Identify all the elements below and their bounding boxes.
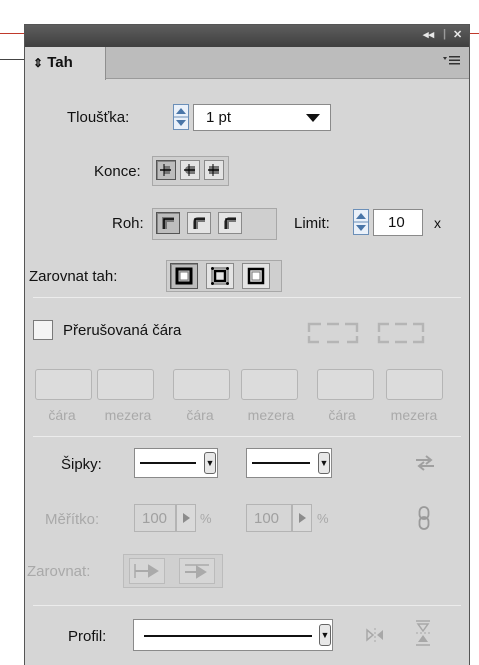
align-outside-button[interactable] bbox=[242, 263, 270, 289]
tab-expand-icon: ⇕ bbox=[33, 56, 44, 70]
weight-label: Tloušťka: bbox=[67, 109, 130, 126]
start-scale-input[interactable]: 100 bbox=[134, 504, 176, 532]
line-style-preview bbox=[252, 462, 310, 464]
collapse-panel-icon[interactable]: ◂◂ bbox=[423, 28, 434, 41]
dash-label-3: čára bbox=[328, 407, 356, 423]
miter-limit-label: Limit: bbox=[294, 215, 330, 232]
flip-across-icon[interactable] bbox=[415, 619, 431, 647]
round-join-button[interactable] bbox=[187, 212, 211, 234]
line-style-preview bbox=[140, 462, 196, 464]
arrowheads-label: Šipky: bbox=[61, 456, 102, 473]
section-divider bbox=[33, 436, 461, 437]
miter-limit-input[interactable]: 10 bbox=[373, 209, 423, 236]
dash-field-1[interactable] bbox=[35, 369, 92, 400]
end-scale-value: 100 bbox=[254, 510, 280, 527]
miter-limit-unit: x bbox=[434, 215, 441, 231]
flip-along-icon[interactable] bbox=[365, 626, 385, 644]
document-guide-line-left bbox=[0, 33, 24, 34]
profile-preview bbox=[144, 635, 312, 637]
scale-label: Měřítko: bbox=[45, 511, 100, 528]
width-profile-dropdown[interactable]: ▼ bbox=[133, 619, 333, 651]
round-cap-button[interactable] bbox=[180, 160, 200, 180]
align-center-button[interactable] bbox=[170, 263, 198, 289]
align-inside-button[interactable] bbox=[206, 263, 234, 289]
panel-titlebar[interactable]: ◂◂ | ✕ bbox=[25, 25, 469, 47]
chevron-down-icon: ▼ bbox=[318, 452, 330, 474]
end-arrowhead-dropdown[interactable]: ▼ bbox=[246, 448, 332, 478]
gap-field-3[interactable] bbox=[386, 369, 443, 400]
gap-label-2: mezera bbox=[247, 407, 295, 423]
chevron-down-icon: ▼ bbox=[204, 452, 216, 474]
dash-label-2: čára bbox=[186, 407, 214, 423]
close-panel-icon[interactable]: ✕ bbox=[453, 28, 462, 41]
section-divider bbox=[33, 297, 461, 298]
start-scale-dropdown-button[interactable] bbox=[176, 504, 196, 532]
panel-tab-row: ⇕ Tah bbox=[25, 47, 469, 80]
align-stroke-label: Zarovnat tah: bbox=[29, 268, 118, 285]
place-arrow-tip-at-end-button[interactable] bbox=[179, 558, 215, 584]
profile-label: Profil: bbox=[68, 628, 107, 645]
link-scale-icon[interactable] bbox=[418, 506, 430, 530]
extend-arrow-tip-button[interactable] bbox=[129, 558, 165, 584]
miter-limit-value: 10 bbox=[388, 214, 405, 231]
section-divider bbox=[33, 605, 461, 606]
gap-field-1[interactable] bbox=[97, 369, 154, 400]
cap-label: Konce: bbox=[94, 163, 141, 180]
align-dash-to-corners-icon bbox=[377, 320, 425, 346]
dashed-line-label: Přerušovaná čára bbox=[63, 322, 182, 339]
chevron-down-icon bbox=[306, 114, 320, 122]
chevron-down-icon: ▼ bbox=[319, 624, 331, 646]
dash-label-1: čára bbox=[48, 407, 76, 423]
end-scale-input[interactable]: 100 bbox=[246, 504, 292, 532]
dash-field-3[interactable] bbox=[317, 369, 374, 400]
end-scale-dropdown-button[interactable] bbox=[292, 504, 312, 532]
panel-menu-icon[interactable] bbox=[443, 55, 461, 67]
gap-field-2[interactable] bbox=[241, 369, 298, 400]
butt-cap-button[interactable] bbox=[156, 160, 176, 180]
weight-value: 1 pt bbox=[206, 109, 232, 126]
preserve-dash-alignment-icon bbox=[307, 320, 359, 346]
dash-field-2[interactable] bbox=[173, 369, 230, 400]
miter-limit-stepper[interactable] bbox=[353, 209, 369, 235]
start-arrowhead-dropdown[interactable]: ▼ bbox=[134, 448, 218, 478]
tab-stroke-label: Tah bbox=[47, 54, 73, 71]
titlebar-divider: | bbox=[443, 28, 447, 40]
gap-label-1: mezera bbox=[104, 407, 152, 423]
join-label: Roh: bbox=[112, 215, 144, 232]
document-guide-line-right bbox=[470, 33, 479, 34]
tab-stroke[interactable]: ⇕ Tah bbox=[25, 47, 106, 80]
weight-dropdown[interactable]: 1 pt bbox=[193, 104, 331, 131]
dashed-line-checkbox[interactable] bbox=[33, 320, 53, 340]
gap-label-3: mezera bbox=[390, 407, 438, 423]
bevel-join-button[interactable] bbox=[218, 212, 242, 234]
start-scale-unit: % bbox=[200, 511, 212, 526]
arrow-align-label: Zarovnat: bbox=[27, 563, 91, 580]
stroke-panel: ◂◂ | ✕ ⇕ Tah Tloušťka: 1 pt Konce: Roh: bbox=[24, 24, 470, 665]
document-edge-line bbox=[0, 59, 24, 60]
projecting-cap-button[interactable] bbox=[204, 160, 224, 180]
miter-join-button[interactable] bbox=[156, 212, 180, 234]
weight-stepper[interactable] bbox=[173, 104, 189, 130]
swap-arrowheads-icon[interactable] bbox=[415, 455, 435, 471]
end-scale-unit: % bbox=[317, 511, 329, 526]
start-scale-value: 100 bbox=[142, 510, 168, 527]
